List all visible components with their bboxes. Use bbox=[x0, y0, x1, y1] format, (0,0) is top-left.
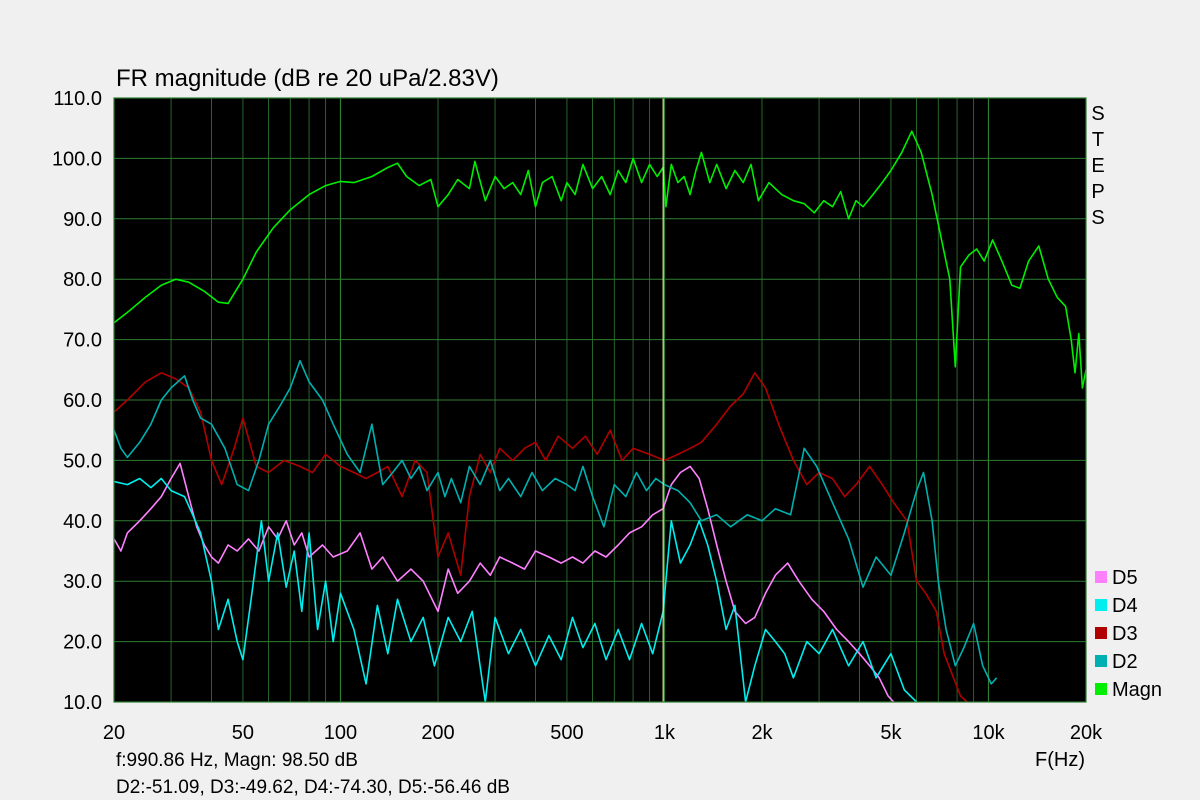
cursor-readout-magnitude: f:990.86 Hz, Magn: 98.50 dB bbox=[116, 750, 358, 771]
x-tick-label: 200 bbox=[421, 722, 454, 744]
x-axis-ticks: 20 50 100 200 500 1k 2k 5k 10k 20k bbox=[103, 722, 1103, 744]
steps-label: STEPS bbox=[1091, 103, 1104, 229]
y-tick-label: 20.0 bbox=[63, 632, 102, 654]
y-tick-label: 80.0 bbox=[63, 269, 102, 291]
y-tick-label: 40.0 bbox=[63, 511, 102, 533]
y-axis-ticks: 10.0 20.0 30.0 40.0 50.0 60.0 70.0 80.0 90.0 100.… bbox=[52, 88, 102, 714]
y-tick-label: 50.0 bbox=[63, 450, 102, 472]
x-tick-label: 20k bbox=[1070, 722, 1103, 744]
y-tick-label: 70.0 bbox=[63, 330, 102, 352]
legend-swatch-d5 bbox=[1095, 571, 1107, 583]
x-tick-label: 500 bbox=[550, 722, 583, 744]
legend-swatch-d3 bbox=[1095, 627, 1107, 639]
legend-label-d2: D2 bbox=[1112, 651, 1138, 673]
x-tick-label: 5k bbox=[880, 722, 902, 744]
steps-letter: S bbox=[1091, 207, 1104, 229]
x-tick-label: 1k bbox=[654, 722, 676, 744]
legend-label-magn: Magn bbox=[1112, 679, 1162, 701]
y-tick-label: 60.0 bbox=[63, 390, 102, 412]
y-tick-label: 110.0 bbox=[53, 88, 102, 110]
legend: D5 D4 D3 D2 Magn bbox=[1095, 567, 1162, 701]
x-tick-label: 2k bbox=[751, 722, 773, 744]
steps-letter: T bbox=[1092, 129, 1104, 151]
x-tick-label: 20 bbox=[103, 722, 125, 744]
y-tick-label: 100.0 bbox=[52, 148, 102, 170]
legend-swatch-d4 bbox=[1095, 599, 1107, 611]
steps-letter: E bbox=[1091, 155, 1104, 177]
y-tick-label: 10.0 bbox=[63, 692, 102, 714]
x-axis-label: F(Hz) bbox=[1035, 749, 1085, 771]
cursor-readout-distortion: D2:-51.09, D3:-49.62, D4:-74.30, D5:-56.… bbox=[116, 777, 510, 798]
legend-swatch-magn bbox=[1095, 683, 1107, 695]
x-tick-label: 50 bbox=[232, 722, 254, 744]
x-tick-label: 100 bbox=[324, 722, 357, 744]
y-tick-label: 30.0 bbox=[63, 571, 102, 593]
legend-swatch-d2 bbox=[1095, 655, 1107, 667]
chart: FR magnitude (dB re 20 uPa/2.83V) 10.020… bbox=[52, 65, 1162, 798]
x-tick-label: 10k bbox=[972, 722, 1005, 744]
legend-label-d3: D3 bbox=[1112, 623, 1138, 645]
steps-letter: P bbox=[1091, 181, 1104, 203]
steps-letter: S bbox=[1091, 103, 1104, 125]
legend-label-d5: D5 bbox=[1112, 567, 1138, 589]
y-tick-label: 90.0 bbox=[63, 209, 102, 231]
legend-label-d4: D4 bbox=[1112, 595, 1138, 617]
chart-title: FR magnitude (dB re 20 uPa/2.83V) bbox=[116, 65, 499, 92]
